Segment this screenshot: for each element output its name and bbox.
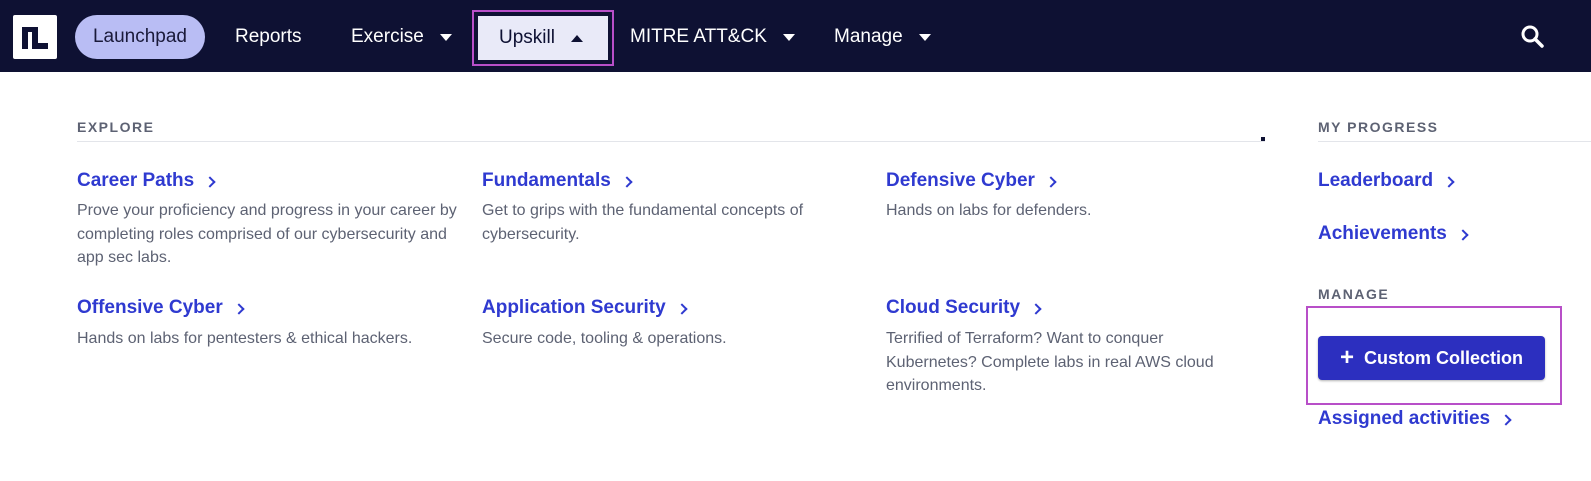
plus-icon: + xyxy=(1339,344,1354,371)
chevron-up-icon xyxy=(570,34,583,42)
fundamentals-desc: Get to grips with the fundamental concep… xyxy=(482,202,804,243)
nav-upskill-label: Upskill xyxy=(499,27,555,48)
nav-exercise[interactable]: Exercise xyxy=(351,15,452,59)
chevron-down-icon xyxy=(782,33,795,41)
chevron-right-icon xyxy=(1457,228,1469,241)
career-paths-desc: Prove your proficiency and progress in y… xyxy=(77,202,457,266)
custom-collection-label: Custom Collection xyxy=(1364,347,1524,368)
link-fundamentals[interactable]: Fundamentals xyxy=(482,170,633,192)
application-security-label: Application Security xyxy=(482,297,666,318)
offensive-cyber-desc: Hands on labs for pentesters & ethical h… xyxy=(77,330,413,347)
chevron-right-icon xyxy=(204,175,216,188)
nav-mitre[interactable]: MITRE ATT&CK xyxy=(630,15,795,59)
link-application-security[interactable]: Application Security xyxy=(482,297,688,319)
divider-marker xyxy=(1261,137,1265,141)
chevron-down-icon xyxy=(918,33,931,41)
chevron-right-icon xyxy=(1500,413,1512,426)
nav-upskill[interactable]: Upskill xyxy=(472,10,614,66)
link-offensive-cyber[interactable]: Offensive Cyber xyxy=(77,297,245,319)
explore-heading: EXPLORE xyxy=(77,119,155,135)
top-navigation-bar: Launchpad Reports Exercise Upskill MITRE… xyxy=(0,0,1591,72)
cloud-security-desc: Terrified of Terraform? Want to conquer … xyxy=(886,330,1214,394)
link-defensive-cyber[interactable]: Defensive Cyber xyxy=(886,170,1057,192)
link-cloud-security[interactable]: Cloud Security xyxy=(886,297,1042,319)
nav-manage[interactable]: Manage xyxy=(834,15,931,59)
nav-launchpad-label: Launchpad xyxy=(92,26,188,47)
defensive-cyber-label: Defensive Cyber xyxy=(886,170,1035,191)
nav-reports-label: Reports xyxy=(235,26,302,47)
chevron-right-icon xyxy=(1045,175,1057,188)
defensive-cyber-desc: Hands on labs for defenders. xyxy=(886,202,1092,219)
nav-launchpad[interactable]: Launchpad xyxy=(75,15,205,59)
chevron-right-icon xyxy=(233,302,245,315)
logo-icon[interactable] xyxy=(13,15,57,59)
chevron-right-icon xyxy=(676,302,688,315)
nav-manage-label: Manage xyxy=(834,26,903,47)
assigned-activities-label: Assigned activities xyxy=(1318,408,1491,429)
leaderboard-label: Leaderboard xyxy=(1318,170,1434,191)
chevron-right-icon xyxy=(1443,175,1455,188)
search-icon[interactable] xyxy=(1520,24,1546,50)
fundamentals-label: Fundamentals xyxy=(482,170,611,191)
link-leaderboard[interactable]: Leaderboard xyxy=(1318,170,1455,192)
progress-divider xyxy=(1318,141,1591,142)
link-achievements[interactable]: Achievements xyxy=(1318,223,1469,245)
application-security-desc: Secure code, tooling & operations. xyxy=(482,330,727,347)
achievements-label: Achievements xyxy=(1318,223,1447,244)
career-paths-label: Career Paths xyxy=(77,170,195,191)
progress-heading: MY PROGRESS xyxy=(1318,119,1439,135)
cloud-security-label: Cloud Security xyxy=(886,297,1021,318)
explore-divider xyxy=(77,141,1265,142)
chevron-right-icon xyxy=(1030,302,1042,315)
nav-exercise-label: Exercise xyxy=(351,26,424,47)
nav-mitre-label: MITRE ATT&CK xyxy=(630,26,767,47)
link-assigned-activities[interactable]: Assigned activities xyxy=(1318,408,1512,430)
chevron-down-icon xyxy=(439,33,452,41)
manage-heading: MANAGE xyxy=(1318,286,1390,302)
chevron-right-icon xyxy=(621,175,633,188)
offensive-cyber-label: Offensive Cyber xyxy=(77,297,223,318)
custom-collection-button[interactable]: + Custom Collection xyxy=(1318,336,1545,380)
link-career-paths[interactable]: Career Paths xyxy=(77,170,216,192)
nav-reports[interactable]: Reports xyxy=(235,15,302,59)
